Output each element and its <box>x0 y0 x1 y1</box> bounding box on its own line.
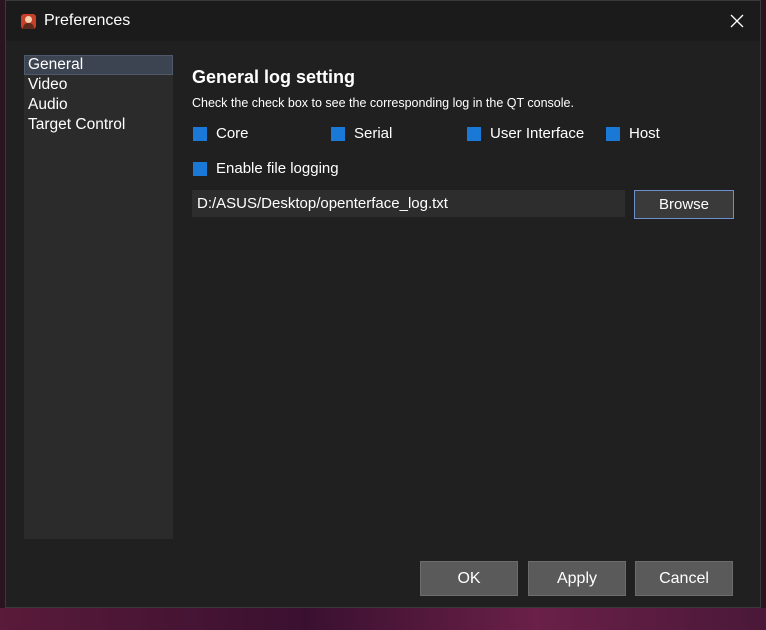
desktop-background <box>0 608 766 630</box>
sidebar-item-video[interactable]: Video <box>24 75 173 95</box>
checkbox-checked-icon <box>467 126 481 141</box>
cancel-button[interactable]: Cancel <box>635 561 733 596</box>
browse-button[interactable]: Browse <box>634 190 734 219</box>
app-icon <box>21 14 36 29</box>
sidebar-item-general[interactable]: General <box>24 55 173 75</box>
ok-button[interactable]: OK <box>420 561 518 596</box>
close-button[interactable] <box>714 1 760 41</box>
preferences-dialog: Preferences General Video Audio Target C… <box>5 0 761 608</box>
checkbox-core-label: Core <box>216 125 249 142</box>
title-bar: Preferences <box>6 1 760 41</box>
checkbox-user-interface[interactable]: User Interface <box>467 125 584 142</box>
checkbox-checked-icon <box>331 126 345 141</box>
checkbox-checked-icon <box>606 126 620 141</box>
apply-button[interactable]: Apply <box>528 561 626 596</box>
checkbox-host[interactable]: Host <box>606 125 660 142</box>
preferences-sidebar: General Video Audio Target Control <box>24 55 173 539</box>
checkbox-host-label: Host <box>629 125 660 142</box>
checkbox-core[interactable]: Core <box>193 125 249 142</box>
section-heading: General log setting <box>192 67 356 87</box>
sidebar-item-target-control[interactable]: Target Control <box>24 115 173 135</box>
sidebar-item-audio[interactable]: Audio <box>24 95 173 115</box>
checkbox-serial[interactable]: Serial <box>331 125 392 142</box>
checkbox-enable-file-logging-label: Enable file logging <box>216 160 339 177</box>
log-path-field[interactable] <box>192 190 625 217</box>
checkbox-enable-file-logging[interactable]: Enable file logging <box>193 160 339 177</box>
section-description: Check the check box to see the correspon… <box>192 96 574 110</box>
checkbox-checked-icon <box>193 126 207 141</box>
checkbox-checked-icon <box>193 161 207 176</box>
checkbox-serial-label: Serial <box>354 125 393 142</box>
checkbox-user-interface-label: User Interface <box>490 125 585 142</box>
close-icon <box>730 14 744 28</box>
window-title: Preferences <box>44 12 131 29</box>
